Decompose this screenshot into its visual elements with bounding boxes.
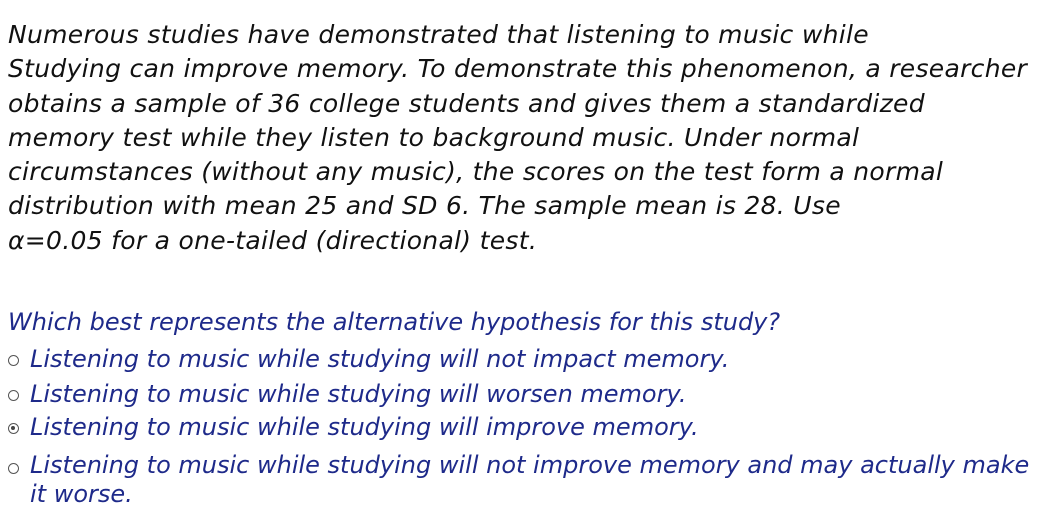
answer-option-4[interactable]: Listening to music while studying will n… xyxy=(8,451,1048,513)
problem-line: Studying can improve memory. To demonstr… xyxy=(8,54,1028,84)
answer-option-3[interactable]: Listening to music while studying will i… xyxy=(8,411,1048,451)
problem-line: circumstances (without any music), the s… xyxy=(8,157,944,187)
answer-option-label: Listening to music while studying will n… xyxy=(30,451,1030,508)
answer-option-label: Listening to music while studying will w… xyxy=(30,380,687,408)
problem-line: distribution with mean 25 and SD 6. The … xyxy=(8,191,841,221)
problem-line: Numerous studies have demonstrated that … xyxy=(8,20,869,49)
problem-line: α=0.05 for a one-tailed (directional) te… xyxy=(8,225,538,255)
problem-statement: Numerous studies have demonstrated that … xyxy=(8,18,1048,258)
answer-option-2[interactable]: Listening to music while studying will w… xyxy=(8,378,1048,411)
answer-option-label: Listening to music while studying will i… xyxy=(30,413,699,441)
problem-line: memory test while they listen to backgro… xyxy=(8,122,860,152)
handwritten-page: Numerous studies have demonstrated that … xyxy=(0,0,1055,532)
radio-button-1[interactable] xyxy=(8,355,19,366)
problem-line: obtains a sample of 36 college students … xyxy=(8,88,925,118)
answer-option-label: Listening to music while studying will n… xyxy=(30,345,730,373)
question-text: Which best represents the alternative hy… xyxy=(8,308,781,336)
radio-button-4[interactable] xyxy=(8,463,19,474)
answer-option-1[interactable]: Listening to music while studying will n… xyxy=(8,343,1048,378)
radio-button-3-selected[interactable] xyxy=(8,423,19,434)
question-block: Which best represents the alternative hy… xyxy=(8,305,1048,513)
radio-button-2[interactable] xyxy=(8,390,19,401)
